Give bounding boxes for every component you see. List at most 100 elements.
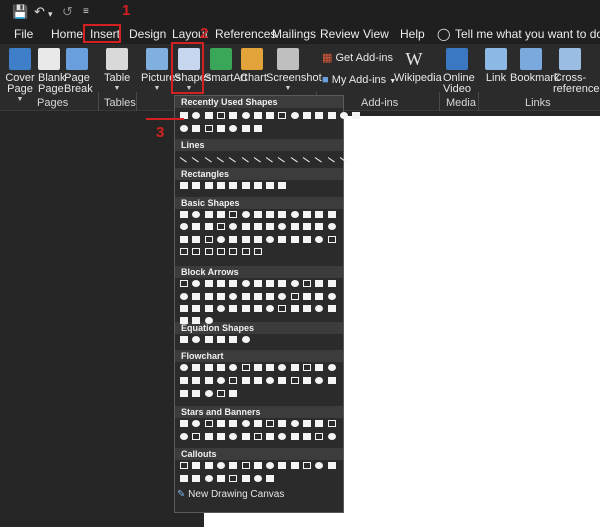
- shape-item[interactable]: [241, 433, 250, 440]
- shape-item[interactable]: [204, 112, 213, 119]
- shape-item[interactable]: [253, 475, 262, 482]
- shape-item[interactable]: [216, 420, 225, 427]
- shape-item[interactable]: [266, 223, 275, 230]
- new-drawing-canvas[interactable]: ✎ New Drawing Canvas: [177, 489, 284, 500]
- tab-mailings[interactable]: Mailings: [272, 27, 316, 41]
- shape-item[interactable]: [180, 211, 188, 218]
- shape-item[interactable]: [180, 223, 188, 230]
- shape-item[interactable]: [241, 377, 250, 384]
- shape-item[interactable]: [216, 305, 225, 312]
- shape-item[interactable]: [327, 157, 335, 163]
- bookmark-button[interactable]: Bookmark: [510, 48, 560, 84]
- shape-item[interactable]: [327, 223, 336, 230]
- shape-item[interactable]: [303, 236, 311, 243]
- shape-item[interactable]: [229, 390, 238, 397]
- shape-item[interactable]: [303, 420, 311, 427]
- customize-qat-icon[interactable]: ≡: [83, 4, 89, 20]
- shape-item[interactable]: [229, 112, 238, 119]
- shape-item[interactable]: [303, 280, 311, 287]
- shape-item[interactable]: [327, 280, 336, 287]
- shape-item[interactable]: [290, 433, 299, 440]
- shape-item[interactable]: [303, 223, 311, 230]
- shape-item[interactable]: [266, 462, 275, 469]
- shape-item[interactable]: [266, 211, 275, 218]
- shape-item[interactable]: [204, 293, 213, 300]
- shape-item[interactable]: [253, 182, 262, 189]
- shape-item[interactable]: [204, 248, 213, 255]
- shape-item[interactable]: [229, 293, 238, 300]
- tab-home[interactable]: Home: [51, 27, 83, 41]
- shape-item[interactable]: [241, 364, 250, 371]
- shape-item[interactable]: [229, 433, 238, 440]
- shape-item[interactable]: [229, 211, 238, 218]
- shape-item[interactable]: [192, 182, 201, 189]
- shape-item[interactable]: [241, 420, 250, 427]
- cross-reference-button[interactable]: Cross-reference: [553, 48, 599, 95]
- shape-item[interactable]: [253, 420, 262, 427]
- shape-item[interactable]: [204, 317, 213, 324]
- shape-item[interactable]: [180, 305, 188, 312]
- shape-item[interactable]: [180, 420, 188, 427]
- shape-item[interactable]: [253, 112, 262, 119]
- shape-item[interactable]: [315, 223, 324, 230]
- shape-item[interactable]: [327, 420, 336, 427]
- shape-item[interactable]: [180, 364, 188, 371]
- shape-item[interactable]: [241, 236, 250, 243]
- shape-item[interactable]: [303, 211, 311, 218]
- shape-item[interactable]: [192, 420, 201, 427]
- shape-item[interactable]: [241, 462, 250, 469]
- shape-item[interactable]: [192, 125, 201, 132]
- shape-item[interactable]: [265, 157, 273, 163]
- shape-item[interactable]: [192, 280, 201, 287]
- shape-item[interactable]: [315, 364, 324, 371]
- save-icon[interactable]: 💾: [12, 4, 28, 20]
- shape-item[interactable]: [204, 280, 213, 287]
- shape-item[interactable]: [180, 182, 188, 189]
- shape-item[interactable]: [229, 236, 238, 243]
- shape-item[interactable]: [303, 433, 311, 440]
- shape-item[interactable]: [253, 223, 262, 230]
- shape-item[interactable]: [216, 248, 225, 255]
- tab-view[interactable]: View: [363, 27, 389, 41]
- shape-item[interactable]: [180, 125, 188, 132]
- shape-item[interactable]: [278, 305, 287, 312]
- shape-item[interactable]: [315, 462, 324, 469]
- shape-item[interactable]: [192, 336, 201, 343]
- shape-item[interactable]: [303, 462, 311, 469]
- shape-item[interactable]: [204, 390, 213, 397]
- shape-item[interactable]: [241, 475, 250, 482]
- shape-item[interactable]: [180, 236, 188, 243]
- shape-item[interactable]: [204, 236, 213, 243]
- shape-item[interactable]: [192, 317, 201, 324]
- shape-item[interactable]: [315, 420, 324, 427]
- shape-item[interactable]: [204, 433, 213, 440]
- shape-item[interactable]: [315, 157, 323, 163]
- shape-item[interactable]: [192, 390, 201, 397]
- shape-item[interactable]: [216, 336, 225, 343]
- shape-item[interactable]: [290, 420, 299, 427]
- shape-item[interactable]: [180, 248, 188, 255]
- shape-item[interactable]: [241, 305, 250, 312]
- shape-item[interactable]: [290, 462, 299, 469]
- shape-item[interactable]: [229, 305, 238, 312]
- tab-review[interactable]: Review: [320, 27, 359, 41]
- shape-item[interactable]: [290, 280, 299, 287]
- shape-item[interactable]: [315, 293, 324, 300]
- shape-item[interactable]: [327, 112, 336, 119]
- my-addins-button[interactable]: ■ My Add-ins ▼: [322, 75, 396, 87]
- shape-item[interactable]: [204, 223, 213, 230]
- shape-item[interactable]: [192, 364, 201, 371]
- shape-item[interactable]: [315, 211, 324, 218]
- shape-item[interactable]: [327, 211, 336, 218]
- shape-item[interactable]: [266, 280, 275, 287]
- shape-item[interactable]: [229, 475, 238, 482]
- shape-item[interactable]: [327, 236, 336, 243]
- shape-item[interactable]: [241, 336, 250, 343]
- shape-item[interactable]: [204, 305, 213, 312]
- shape-item[interactable]: [278, 420, 287, 427]
- shape-item[interactable]: [278, 112, 287, 119]
- shape-item[interactable]: [303, 364, 311, 371]
- shape-item[interactable]: [253, 248, 262, 255]
- shape-item[interactable]: [204, 420, 213, 427]
- shape-item[interactable]: [192, 377, 201, 384]
